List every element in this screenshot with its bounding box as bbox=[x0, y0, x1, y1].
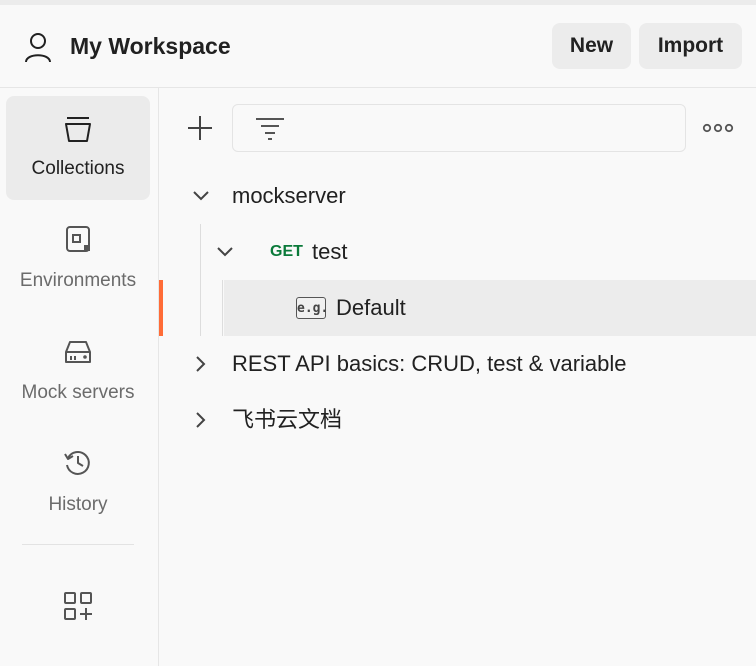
chevron-right-icon[interactable] bbox=[192, 355, 210, 373]
history-icon bbox=[64, 451, 90, 475]
sidebar: Collections Environments Mock servers Hi… bbox=[0, 88, 159, 666]
mock-servers-icon bbox=[65, 341, 91, 363]
example-icon: e.g. bbox=[296, 297, 328, 319]
chevron-right-icon[interactable] bbox=[192, 411, 210, 429]
user-icon bbox=[25, 33, 51, 63]
selected-row-indent bbox=[163, 280, 200, 336]
sidebar-item-label: History bbox=[48, 494, 108, 515]
sidebar-item-label: Collections bbox=[31, 158, 125, 179]
filter-input[interactable] bbox=[232, 104, 686, 152]
method-badge: GET bbox=[270, 243, 303, 260]
workspace-header: My Workspace New Import bbox=[0, 5, 756, 88]
environments-icon bbox=[66, 226, 90, 252]
chevron-down-icon[interactable] bbox=[216, 243, 234, 261]
collection-name: 飞书云文档 bbox=[232, 407, 343, 432]
example-name: Default bbox=[336, 295, 406, 320]
plus-icon[interactable] bbox=[186, 114, 214, 142]
sidebar-item-environments[interactable]: Environments bbox=[6, 208, 150, 312]
example-row-default[interactable]: e.g. Default bbox=[224, 280, 756, 336]
collections-icon bbox=[65, 117, 91, 142]
sidebar-item-collections[interactable]: Collections bbox=[6, 96, 150, 200]
workspace-title: My Workspace bbox=[70, 33, 231, 59]
request-name: test bbox=[312, 239, 348, 264]
chevron-down-icon[interactable] bbox=[192, 187, 210, 205]
sidebar-item-label: Mock servers bbox=[21, 382, 135, 403]
collection-row-rest-api[interactable]: REST API basics: CRUD, test & variable bbox=[160, 336, 756, 392]
sidebar-item-label: Environments bbox=[19, 270, 137, 291]
collection-name: REST API basics: CRUD, test & variable bbox=[232, 351, 627, 376]
sidebar-item-mock-servers[interactable]: Mock servers bbox=[6, 320, 150, 424]
new-button[interactable]: New bbox=[552, 23, 631, 69]
sidebar-divider bbox=[22, 544, 134, 545]
apps-add-icon[interactable] bbox=[62, 590, 94, 622]
collection-name: mockserver bbox=[232, 183, 346, 208]
request-row-test[interactable]: GET test bbox=[200, 224, 756, 280]
selected-indicator bbox=[159, 280, 163, 336]
collection-row-mockserver[interactable]: mockserver bbox=[160, 168, 756, 224]
tree-guide bbox=[222, 280, 223, 336]
collection-row-feishu[interactable]: 飞书云文档 bbox=[160, 392, 756, 448]
sidebar-item-history[interactable]: History bbox=[6, 432, 150, 536]
more-icon[interactable] bbox=[702, 118, 734, 138]
filter-icon bbox=[256, 118, 284, 140]
import-button[interactable]: Import bbox=[639, 23, 742, 69]
